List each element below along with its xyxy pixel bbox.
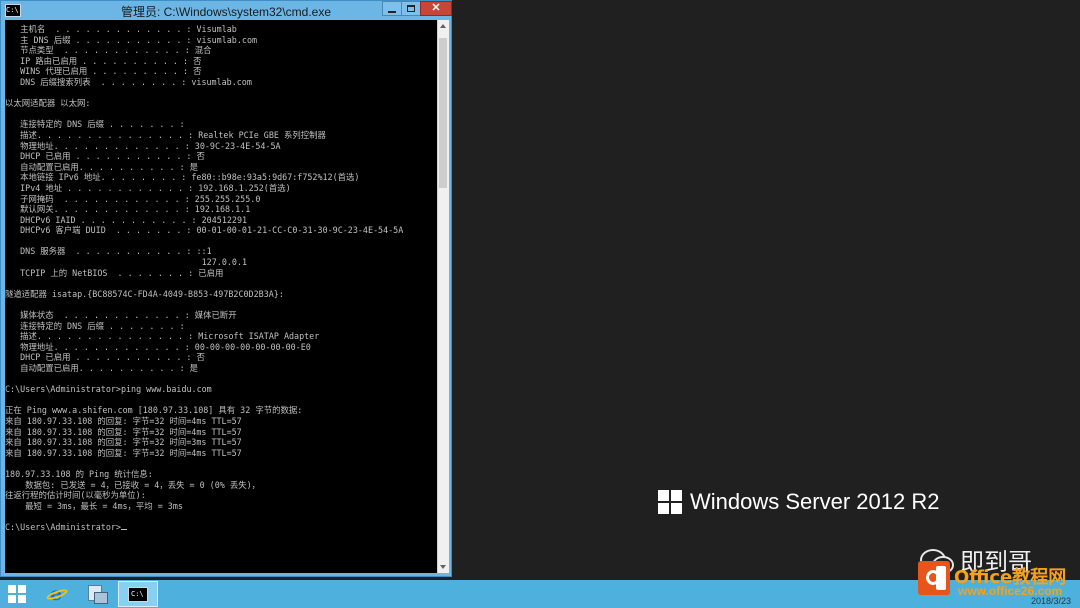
console-line: 物理地址. . . . . . . . . . . . . : 30-9C-23… bbox=[5, 140, 281, 151]
console-line: 描述. . . . . . . . . . . . . . . : Realte… bbox=[5, 129, 326, 140]
console-line: 来自 180.97.33.108 的回复: 字节=32 时间=4ms TTL=5… bbox=[5, 415, 242, 426]
taskbar-internet-explorer[interactable]: e bbox=[40, 581, 74, 607]
office-logo-icon bbox=[918, 561, 950, 595]
console-line: DHCP 已启用 . . . . . . . . . . . : 否 bbox=[5, 352, 205, 363]
internet-explorer-icon: e bbox=[45, 584, 69, 604]
start-icon bbox=[8, 585, 26, 603]
windows-logo-icon bbox=[658, 490, 682, 514]
console-line: DHCPv6 客户端 DUID . . . . . . . : 00-01-00… bbox=[5, 225, 404, 236]
branding-text: Windows Server 2012 R2 bbox=[690, 489, 940, 514]
text-cursor bbox=[120, 528, 127, 530]
console-line: 连接特定的 DNS 后缀 . . . . . . . : bbox=[5, 119, 185, 130]
console-line: 子网掩码 . . . . . . . . . . . . : 255.255.2… bbox=[5, 193, 261, 204]
scroll-up-icon[interactable] bbox=[440, 24, 446, 28]
console-line: 180.97.33.108 的 Ping 统计信息: bbox=[5, 468, 153, 479]
console-line: C:\Users\Administrator> bbox=[5, 522, 437, 533]
cmd-window[interactable]: C:\ 管理员: C:\Windows\system32\cmd.exe ✕ 主… bbox=[0, 0, 452, 577]
scrollbar-thumb[interactable] bbox=[439, 38, 447, 188]
console-line: 默认网关. . . . . . . . . . . . . : 192.168.… bbox=[5, 204, 251, 215]
console-line: 自动配置已启用. . . . . . . . . . : 是 bbox=[5, 363, 199, 373]
console-line: 媒体状态 . . . . . . . . . . . . : 媒体已断开 bbox=[5, 310, 237, 321]
console-line: 主 DNS 后缀 . . . . . . . . . . . : visumla… bbox=[5, 34, 258, 45]
console-line: 127.0.0.1 bbox=[5, 257, 248, 268]
cmd-icon: C:\ bbox=[128, 586, 148, 602]
close-icon: ✕ bbox=[431, 2, 441, 14]
console-line: 来自 180.97.33.108 的回复: 字节=32 时间=4ms TTL=5… bbox=[5, 447, 242, 458]
windows-server-branding: Windows Server 2012 R2 bbox=[658, 489, 939, 515]
taskbar-server-manager[interactable] bbox=[80, 581, 114, 607]
taskbar-cmd[interactable]: C:\ bbox=[118, 581, 158, 607]
maximize-icon bbox=[407, 5, 415, 12]
console-line: C:\Users\Administrator>ping www.baidu.co… bbox=[5, 384, 212, 395]
console-line: 来自 180.97.33.108 的回复: 字节=32 时间=3ms TTL=5… bbox=[5, 437, 242, 448]
console-line: DHCP 已启用 . . . . . . . . . . . : 否 bbox=[5, 151, 205, 162]
console-lines: 主机名 . . . . . . . . . . . . . : Visumlab… bbox=[5, 20, 437, 533]
server-manager-icon bbox=[87, 585, 108, 604]
scroll-down-icon[interactable] bbox=[440, 565, 446, 569]
console-line: 数据包: 已发送 = 4，已接收 = 4，丢失 = 0 (0% 丢失)， bbox=[5, 479, 261, 490]
minimize-icon bbox=[388, 10, 396, 13]
minimize-button[interactable] bbox=[382, 1, 402, 16]
console-line: 最短 = 3ms，最长 = 4ms，平均 = 3ms bbox=[5, 500, 183, 511]
console-line: 主机名 . . . . . . . . . . . . . : Visumlab bbox=[5, 24, 237, 34]
console-line: 自动配置已启用. . . . . . . . . . : 是 bbox=[5, 161, 199, 172]
console-line: 正在 Ping www.a.shifen.com [180.97.33.108]… bbox=[5, 405, 303, 416]
console-line: 来自 180.97.33.108 的回复: 字节=32 时间=4ms TTL=5… bbox=[5, 426, 242, 437]
console-line: IP 路由已启用 . . . . . . . . . . : 否 bbox=[5, 55, 202, 66]
title-bar[interactable]: C:\ 管理员: C:\Windows\system32\cmd.exe ✕ bbox=[1, 1, 452, 19]
clock-date: 2018/3/23 bbox=[1031, 596, 1072, 606]
console-line: 节点类型 . . . . . . . . . . . . : 混合 bbox=[5, 45, 212, 56]
console-line: DNS 后缀搜索列表 . . . . . . . . : visumlab.co… bbox=[5, 76, 252, 87]
console-line: 隧道适配器 isatap.{BC88574C-FD4A-4049-B853-49… bbox=[5, 288, 284, 299]
console-output[interactable]: 主机名 . . . . . . . . . . . . . : Visumlab… bbox=[5, 20, 437, 573]
console-line: 描述. . . . . . . . . . . . . . . : Micros… bbox=[5, 331, 320, 342]
console-line: WINS 代理已启用 . . . . . . . . . : 否 bbox=[5, 66, 202, 77]
console-line: DHCPv6 IAID . . . . . . . . . . . : 2045… bbox=[5, 214, 248, 225]
start-button[interactable] bbox=[0, 581, 34, 607]
vertical-scrollbar[interactable] bbox=[437, 20, 449, 573]
console-line: 连接特定的 DNS 后缀 . . . . . . . : bbox=[5, 320, 185, 331]
console-line: 以太网适配器 以太网: bbox=[5, 98, 91, 109]
console-line: 往返行程的估计时间(以毫秒为单位): bbox=[5, 490, 146, 501]
console-line: 物理地址. . . . . . . . . . . . . : 00-00-00… bbox=[5, 341, 311, 352]
maximize-button[interactable] bbox=[401, 1, 421, 16]
console-line: 本地链接 IPv6 地址. . . . . . . . : fe80::b98e… bbox=[5, 172, 360, 183]
console-line: IPv4 地址 . . . . . . . . . . . . : 192.16… bbox=[5, 182, 291, 193]
close-button[interactable]: ✕ bbox=[420, 1, 452, 16]
console-line: TCPIP 上的 NetBIOS . . . . . . . : 已启用 bbox=[5, 267, 224, 278]
console-line: DNS 服务器 . . . . . . . . . . . : ::1 bbox=[5, 246, 212, 257]
